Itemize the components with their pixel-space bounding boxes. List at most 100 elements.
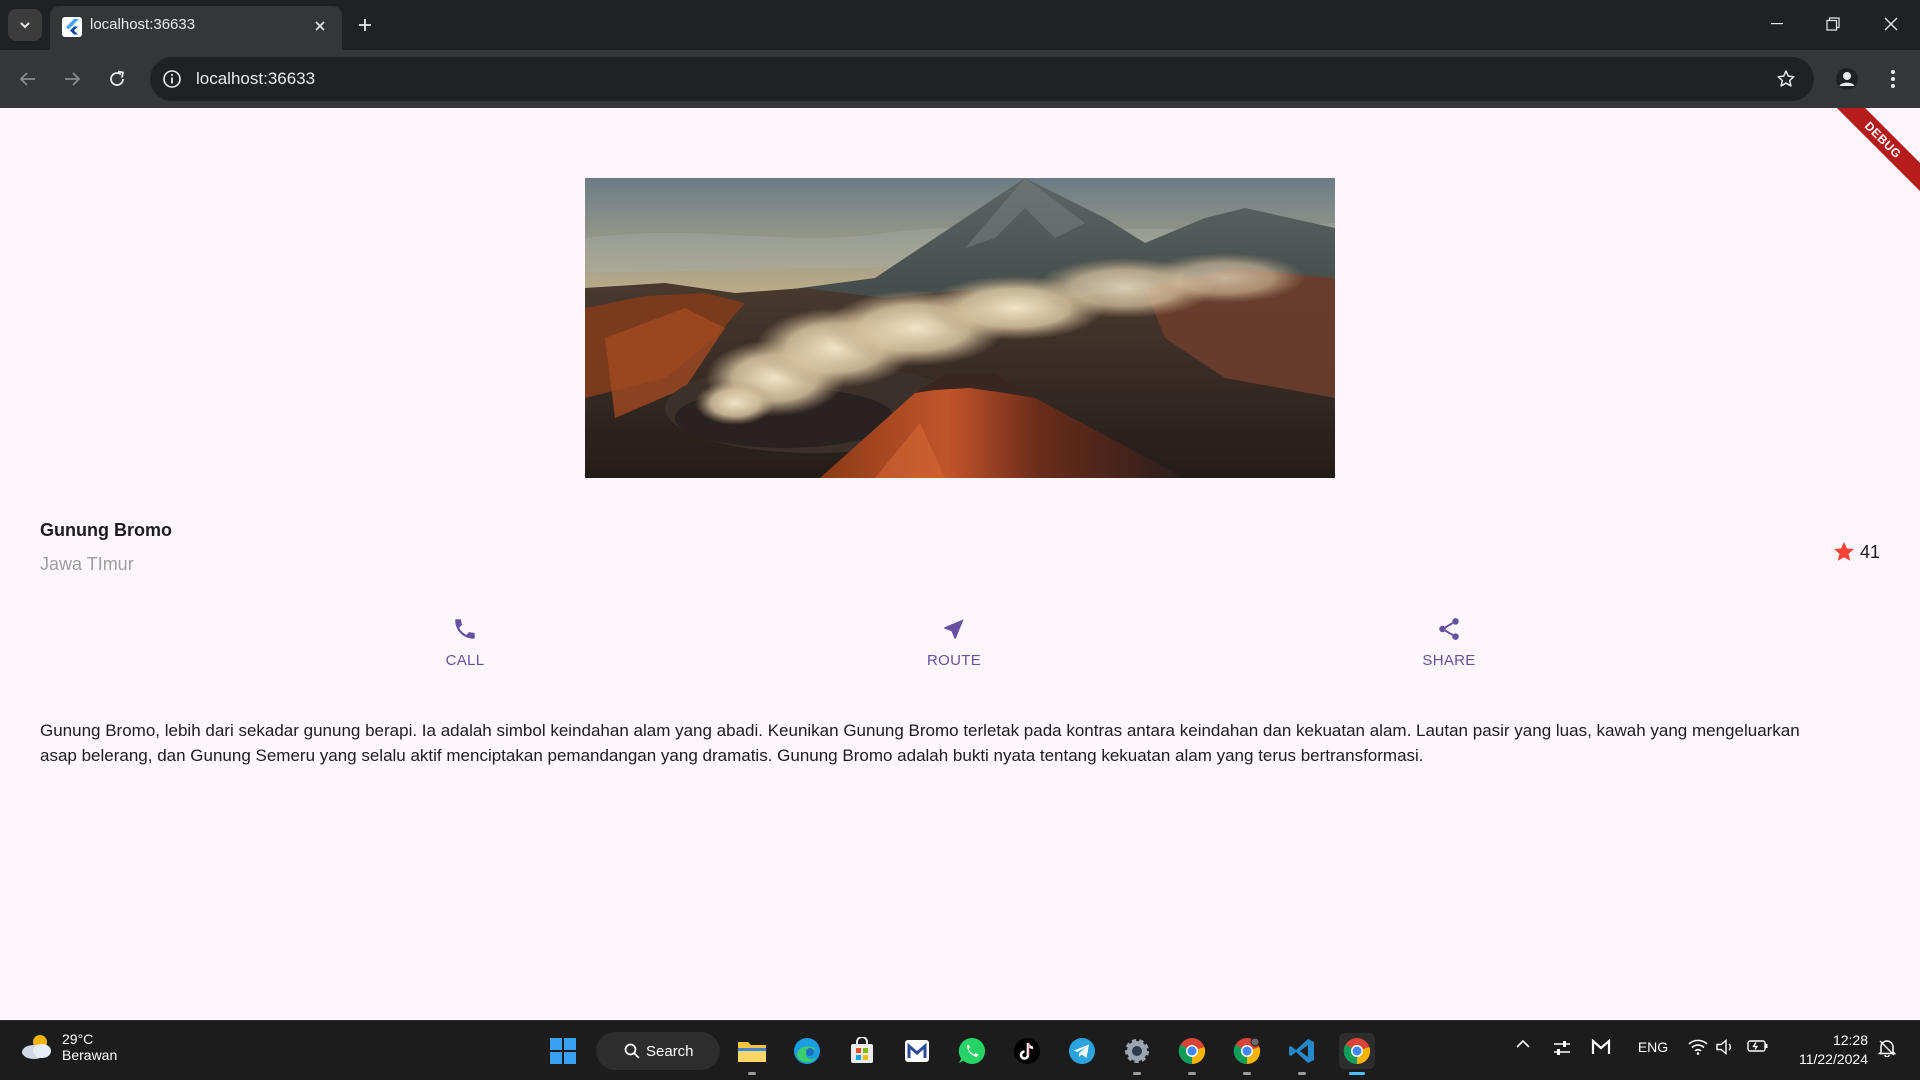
weather-temp: 29°C [62, 1031, 94, 1047]
favorite-rating[interactable]: 41 [1832, 540, 1880, 564]
windows-taskbar: 29°C Berawan Search ENG 12:28 11/22/2024 [0, 1020, 1920, 1080]
call-button[interactable]: CALL [405, 616, 525, 669]
profile-button[interactable] [1831, 63, 1863, 95]
close-icon [1884, 17, 1898, 31]
whatsapp-icon [958, 1037, 986, 1064]
browser-toolbar: localhost:36633 [0, 50, 1920, 108]
browser-tab[interactable]: localhost:36633 [50, 6, 342, 50]
whatsapp-button[interactable] [954, 1033, 990, 1069]
chrome-active-button[interactable] [1339, 1033, 1375, 1075]
edge-button[interactable] [789, 1033, 825, 1069]
tab-search-button[interactable] [8, 9, 42, 41]
clock-time: 12:28 [1832, 1032, 1868, 1048]
rating-count: 41 [1859, 541, 1880, 562]
tiktok-icon [1014, 1038, 1040, 1064]
weather-description: Berawan [62, 1047, 118, 1063]
store-button[interactable] [844, 1033, 880, 1069]
chevron-down-icon [20, 22, 30, 29]
language-label: ENG [1637, 1039, 1669, 1055]
notification-bell-icon [1878, 1040, 1896, 1057]
telegram-button[interactable] [1064, 1033, 1100, 1069]
tray-gmail-button[interactable] [1588, 1039, 1614, 1055]
gmail-icon [905, 1040, 929, 1062]
title-section: Gunung Bromo Jawa TImur 41 [40, 520, 1880, 580]
chevron-up-icon [1516, 1039, 1530, 1048]
chrome-button[interactable] [1174, 1033, 1210, 1075]
new-tab-button[interactable] [351, 11, 379, 39]
taskbar-search[interactable]: Search [596, 1032, 720, 1070]
volume-status[interactable] [1713, 1039, 1737, 1055]
settings-button[interactable] [1119, 1033, 1155, 1075]
tiktok-button[interactable] [1009, 1033, 1045, 1069]
file-explorer-icon [738, 1042, 766, 1062]
tab-title: localhost:36633 [90, 16, 196, 33]
reload-icon [110, 70, 125, 86]
app-page: DEBUG Gunung Bromo Jawa TImur 41 CALL RO… [0, 108, 1920, 1020]
arrow-left-icon [19, 72, 35, 86]
bookmark-star-icon[interactable] [1774, 67, 1798, 91]
star-icon [1833, 541, 1854, 561]
chrome-profile-button[interactable] [1229, 1033, 1265, 1075]
taskbar-search-label: Search [646, 1042, 694, 1060]
share-button[interactable]: SHARE [1389, 616, 1509, 669]
chrome-profile-icon [1233, 1037, 1261, 1065]
search-icon [624, 1043, 640, 1059]
language-indicator[interactable]: ENG [1634, 1039, 1672, 1055]
battery-status[interactable] [1745, 1039, 1771, 1053]
browser-tab-strip: localhost:36633 [0, 0, 1920, 50]
file-explorer-button[interactable] [734, 1033, 770, 1075]
hero-image [585, 178, 1335, 478]
close-icon [315, 21, 325, 31]
call-label: CALL [445, 652, 485, 669]
store-icon [851, 1037, 873, 1063]
share-icon [1439, 618, 1459, 640]
action-buttons-row: CALL ROUTE SHARE [0, 616, 1920, 686]
start-icon [550, 1038, 576, 1064]
person-icon [1836, 68, 1858, 90]
gmail-button[interactable] [899, 1033, 935, 1069]
settings-icon [1125, 1039, 1149, 1063]
route-button[interactable]: ROUTE [894, 616, 1014, 669]
tray-app-button[interactable] [1550, 1039, 1574, 1057]
show-hidden-icons-button[interactable] [1513, 1039, 1533, 1049]
restore-icon [1826, 17, 1840, 31]
back-button[interactable] [12, 63, 44, 95]
taskbar-clock[interactable]: 12:28 11/22/2024 [1782, 1031, 1868, 1069]
forward-button[interactable] [56, 63, 88, 95]
share-label: SHARE [1422, 652, 1476, 669]
place-region: Jawa TImur [40, 554, 134, 574]
more-vert-icon [1891, 70, 1895, 88]
address-bar[interactable]: localhost:36633 [150, 57, 1814, 101]
minimize-button[interactable] [1748, 0, 1806, 48]
vscode-button[interactable] [1284, 1033, 1320, 1075]
start-button[interactable] [545, 1033, 581, 1069]
flutter-favicon-icon [62, 17, 82, 37]
site-info-icon[interactable] [160, 67, 184, 91]
chrome-icon [1178, 1038, 1206, 1065]
browser-menu-button[interactable] [1878, 63, 1908, 95]
partly-cloudy-icon [22, 1035, 51, 1059]
gmail-tray-icon [1591, 1039, 1611, 1054]
address-bar-url[interactable]: localhost:36633 [196, 69, 315, 89]
minimize-icon [1771, 23, 1783, 25]
place-name: Gunung Bromo [40, 520, 172, 540]
weather-widget[interactable]: 29°C Berawan [20, 1031, 117, 1063]
wifi-status[interactable] [1686, 1039, 1710, 1055]
restore-button[interactable] [1804, 0, 1862, 48]
reload-button[interactable] [101, 63, 133, 95]
place-description: Gunung Bromo, lebih dari sekadar gunung … [40, 721, 1800, 765]
vscode-icon [1289, 1039, 1314, 1063]
close-window-button[interactable] [1862, 0, 1920, 48]
chrome-active-icon [1343, 1038, 1371, 1065]
notifications-button[interactable] [1874, 1039, 1900, 1057]
debug-banner: DEBUG [1815, 108, 1920, 208]
wifi-icon [1688, 1039, 1708, 1055]
telegram-icon [1069, 1038, 1095, 1064]
battery-charging-icon [1747, 1040, 1768, 1052]
plus-icon [359, 19, 371, 31]
tab-close-button[interactable] [308, 14, 332, 38]
navigation-icon [944, 619, 964, 639]
clock-date: 11/22/2024 [1798, 1051, 1868, 1067]
sliders-icon [1554, 1041, 1570, 1055]
route-label: ROUTE [927, 652, 981, 669]
